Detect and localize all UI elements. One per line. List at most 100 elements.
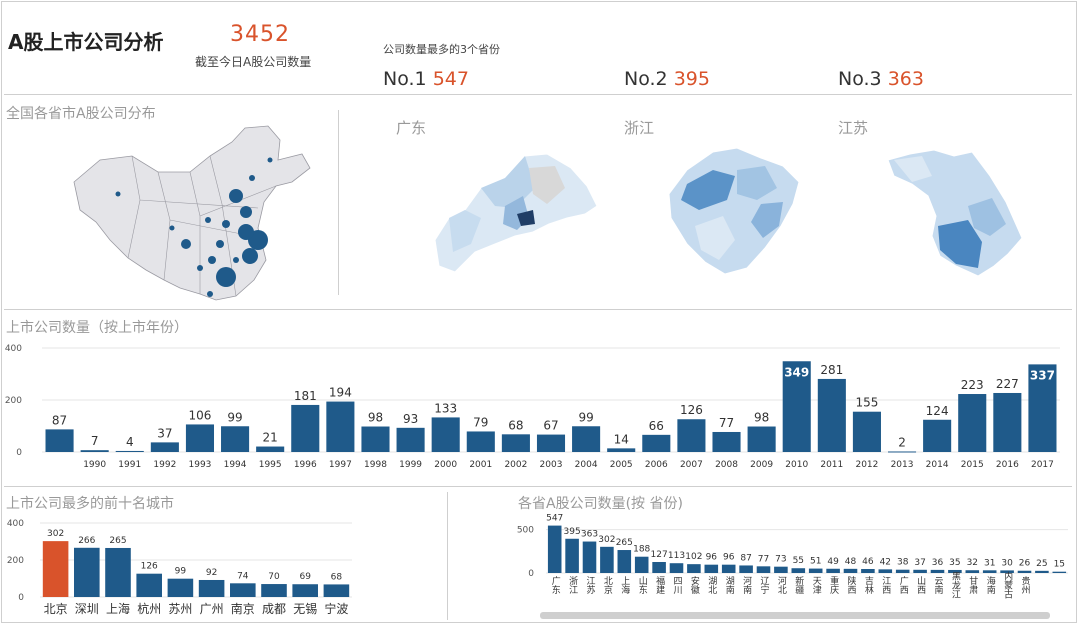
province-chart-scrollbar[interactable]: [540, 612, 1050, 619]
bar: [712, 431, 741, 452]
x-tick-label: 杭州: [137, 601, 161, 616]
map-bubble: [208, 256, 216, 264]
data-label: 4: [126, 435, 134, 449]
x-tick-label: 南京: [231, 601, 255, 616]
x-tick-label: 福建: [654, 575, 665, 595]
bar: [105, 547, 131, 597]
total-companies-value: 3452: [230, 22, 290, 47]
data-label: 14: [614, 432, 629, 446]
bar: [774, 566, 788, 573]
bar: [361, 426, 390, 452]
map-bubble: [207, 291, 213, 297]
x-tick-label: 安徽: [689, 575, 700, 595]
x-tick-label: 2017: [1031, 460, 1054, 470]
x-tick-label: 天津: [811, 576, 822, 595]
x-tick-label: 北京: [602, 576, 613, 595]
top3-rank-3: No.3 363: [838, 68, 924, 90]
header-divider: [4, 94, 1072, 95]
data-label: 102: [685, 552, 702, 562]
x-tick-label: 甘肃: [967, 575, 978, 595]
bar: [923, 419, 952, 452]
data-label: 99: [227, 410, 242, 424]
data-label: 194: [329, 386, 352, 400]
yearly-section-divider: [4, 486, 1072, 487]
x-tick-label: 吉林: [863, 576, 874, 595]
x-tick-label: 河北: [776, 575, 787, 595]
bar: [843, 568, 858, 573]
top3-rank-1: No.1 547: [383, 68, 469, 90]
data-label: 67: [543, 419, 558, 433]
x-tick-label: 2013: [891, 460, 914, 470]
data-label: 87: [52, 413, 67, 427]
y-tick-label: 200: [7, 556, 24, 566]
data-label: 51: [810, 557, 821, 567]
data-label: 265: [109, 536, 126, 546]
x-tick-label: 湖北: [706, 576, 717, 595]
x-tick-label: 苏州: [168, 602, 192, 616]
data-label: 46: [862, 557, 874, 567]
data-label: 349: [784, 365, 809, 379]
province-label-jiangsu: 江苏: [838, 119, 869, 137]
data-label: 38: [897, 558, 909, 568]
map-bubble: [249, 175, 255, 181]
map-bubble: [205, 217, 211, 223]
yearly-bar-chart: 0200400877199041991371992106199399199421…: [5, 344, 1060, 470]
bar: [721, 564, 736, 573]
map-bubble: [216, 267, 236, 287]
x-tick-label: 贵州: [1020, 575, 1031, 594]
bar: [642, 434, 671, 452]
data-label: 155: [855, 396, 878, 410]
data-label: 266: [78, 536, 95, 546]
data-label: 25: [1036, 559, 1047, 569]
bar: [965, 570, 980, 573]
bar: [687, 564, 701, 573]
bar: [958, 394, 987, 452]
data-label: 21: [263, 431, 278, 445]
x-tick-label: 1996: [294, 460, 317, 470]
data-label: 227: [996, 377, 1019, 391]
bar: [617, 550, 632, 573]
data-label: 99: [175, 567, 187, 577]
data-label: 126: [680, 403, 703, 417]
bar: [704, 564, 719, 573]
rank-value: 395: [673, 68, 710, 90]
bar: [42, 541, 69, 597]
x-tick-label: 宁波: [324, 601, 348, 616]
data-label: 281: [820, 363, 843, 377]
map-divider: [338, 110, 339, 295]
x-tick-label: 2002: [504, 460, 527, 470]
x-tick-label: 1997: [329, 460, 352, 470]
y-tick-label: 0: [528, 569, 534, 579]
zhejiang-map: [668, 147, 800, 275]
bar: [607, 448, 636, 452]
x-tick-label: 2003: [540, 460, 563, 470]
x-tick-label: 2016: [996, 460, 1019, 470]
map-bubble: [181, 239, 191, 249]
x-tick-label: 内蒙古: [1002, 570, 1013, 599]
data-label: 74: [237, 571, 249, 581]
bar: [115, 450, 144, 452]
bar: [677, 419, 706, 452]
bar: [652, 561, 666, 573]
china-map-shape: [73, 125, 311, 301]
x-tick-label: 2008: [715, 460, 738, 470]
bar: [634, 556, 649, 573]
bar: [600, 546, 614, 573]
data-label: 302: [47, 529, 64, 539]
x-tick-label: 2014: [926, 460, 949, 470]
x-tick-label: 2006: [645, 460, 668, 470]
x-tick-label: 1994: [224, 460, 247, 470]
bar: [669, 563, 684, 573]
map-bubble: [216, 240, 224, 248]
data-label: 363: [581, 530, 598, 540]
data-label: 96: [723, 553, 735, 563]
bar: [45, 429, 74, 452]
bar: [230, 583, 256, 597]
map-bubble: [229, 189, 243, 203]
x-tick-label: 1990: [83, 460, 106, 470]
x-tick-label: 2011: [820, 460, 843, 470]
bar: [291, 404, 320, 452]
bar: [982, 570, 997, 573]
x-tick-label: 湖南: [724, 576, 735, 594]
top3-rank-2: No.2 395: [624, 68, 710, 90]
